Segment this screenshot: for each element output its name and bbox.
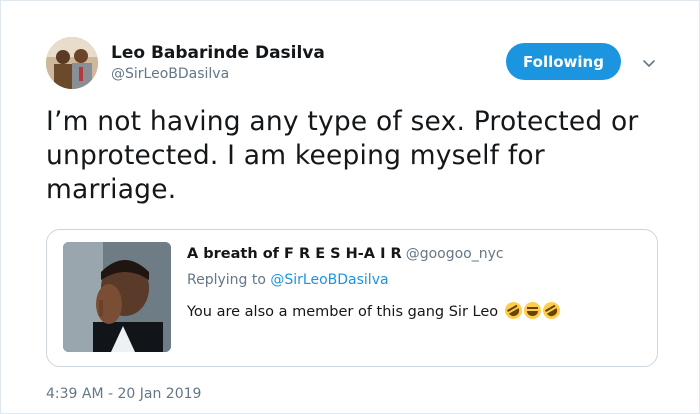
tweet-text-line: I’m not having any type of sex. Protecte… (46, 106, 639, 137)
chevron-down-icon[interactable] (641, 55, 657, 71)
tweet-text-line: marriage. (46, 174, 177, 205)
quoted-image-photo (63, 242, 171, 352)
tweet-text-line: unprotected. I am keeping myself for (46, 140, 545, 171)
following-button[interactable]: Following (506, 43, 621, 80)
tweet-card: Leo Babarinde Dasilva @SirLeoBDasilva Fo… (0, 0, 700, 414)
quoted-tweet-image[interactable] (63, 242, 171, 352)
tweet-text: I’m not having any type of sex. Protecte… (46, 105, 666, 207)
quoted-tweet[interactable]: A breath of F R E S H-A I R @googoo_nyc R… (46, 229, 658, 367)
tweet-timestamp[interactable]: 4:39 AM - 20 Jan 2019 (46, 386, 201, 402)
author-name[interactable]: Leo Babarinde Dasilva (111, 43, 325, 63)
avatar-photo (46, 37, 98, 89)
replying-to-label: Replying to (187, 272, 266, 288)
face-with-tears-of-joy-icon (523, 302, 541, 319)
quoted-author-handle[interactable]: @googoo_nyc (406, 246, 504, 262)
author-avatar[interactable] (46, 37, 98, 89)
replying-to: Replying to @SirLeoBDasilva (187, 272, 389, 288)
quoted-tweet-text: You are also a member of this gang Sir L… (187, 298, 563, 323)
quoted-author[interactable]: A breath of F R E S H-A I R @googoo_nyc (187, 246, 504, 262)
rolling-on-floor-laughing-icon (539, 298, 563, 323)
replying-to-handle[interactable]: @SirLeoBDasilva (270, 272, 388, 288)
quoted-author-name[interactable]: A breath of F R E S H-A I R (187, 246, 402, 262)
author-handle[interactable]: @SirLeoBDasilva (111, 66, 229, 82)
quoted-tweet-body: You are also a member of this gang Sir L… (187, 304, 499, 320)
rolling-on-floor-laughing-icon (501, 298, 525, 323)
